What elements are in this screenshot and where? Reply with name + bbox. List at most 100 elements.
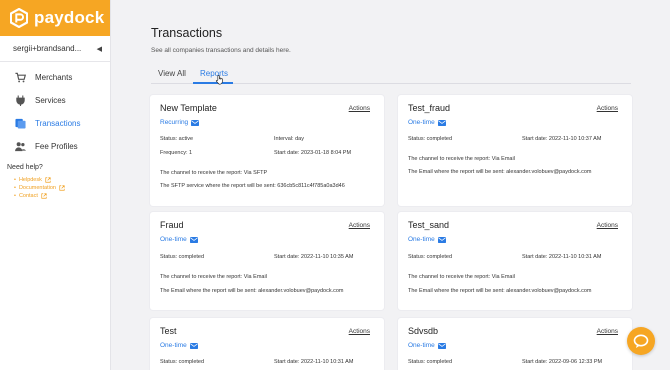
- actions-link[interactable]: Actions: [597, 222, 618, 229]
- report-type-label: One-time: [160, 342, 187, 349]
- report-title: Test: [160, 326, 177, 336]
- account-switcher[interactable]: sergii+brandsand... ◀: [0, 36, 110, 62]
- report-type: One-time: [408, 342, 446, 349]
- bullet: •: [14, 185, 16, 191]
- report-status: Status: completed: [160, 359, 205, 365]
- actions-link[interactable]: Actions: [597, 328, 618, 335]
- report-type: One-time: [160, 342, 198, 349]
- report-status: Status: completed: [160, 254, 205, 260]
- report-start-date: Start date: 2022-11-10 10:35 AM: [274, 254, 354, 260]
- report-card: Test Actions One-time Status: completed …: [150, 318, 384, 370]
- sidebar: paydock sergii+brandsand... ◀ Merchants …: [0, 0, 111, 370]
- report-type: Recurring: [160, 119, 200, 126]
- sidebar-nav: Merchants Services Transactions Fee Prof…: [0, 66, 110, 158]
- report-destination: The Email where the report will be sent:…: [408, 169, 592, 175]
- sidebar-item-merchants[interactable]: Merchants: [0, 66, 110, 89]
- report-interval: Interval: day: [274, 136, 304, 142]
- sidebar-item-services[interactable]: Services: [0, 89, 110, 112]
- report-title: Fraud: [160, 220, 184, 230]
- paydock-logo-icon: [10, 8, 28, 28]
- actions-link[interactable]: Actions: [597, 105, 618, 112]
- sidebar-item-transactions[interactable]: Transactions: [0, 112, 110, 135]
- helpdesk-link[interactable]: • Helpdesk: [14, 176, 110, 184]
- sidebar-item-label: Fee Profiles: [35, 142, 78, 151]
- report-channel: The channel to receive the report: Via E…: [160, 274, 267, 280]
- report-card: Fraud Actions One-time Status: completed…: [150, 212, 384, 310]
- report-title: Sdvsdb: [408, 326, 439, 336]
- page-subtitle: See all companies transactions and detai…: [151, 47, 291, 54]
- documentation-link[interactable]: • Documentation: [14, 184, 110, 192]
- transactions-icon: [15, 118, 26, 129]
- report-type-label: One-time: [160, 236, 187, 243]
- hand-cursor-icon: [215, 75, 223, 85]
- report-channel: The channel to receive the report: Via E…: [408, 156, 515, 162]
- sidebar-item-label: Services: [35, 96, 66, 105]
- plug-icon: [16, 95, 25, 106]
- report-type-label: One-time: [408, 236, 435, 243]
- report-status: Status: active: [160, 136, 194, 142]
- external-link-icon: [45, 177, 51, 183]
- bullet: •: [14, 177, 16, 183]
- report-type: One-time: [160, 236, 198, 243]
- main-content: Transactions See all companies transacti…: [111, 0, 670, 370]
- envelope-icon: [437, 342, 446, 349]
- sidebar-item-label: Transactions: [35, 119, 81, 128]
- help-links: • Helpdesk • Documentation • Contact: [14, 176, 110, 200]
- actions-link[interactable]: Actions: [349, 222, 370, 229]
- users-icon: [15, 142, 26, 152]
- helpdesk-label: Helpdesk: [18, 177, 42, 183]
- report-title: Test_fraud: [408, 103, 451, 113]
- contact-link[interactable]: • Contact: [14, 192, 110, 200]
- report-card: New Template Actions Recurring Status: a…: [150, 95, 384, 206]
- report-type-label: One-time: [408, 342, 435, 349]
- cart-icon: [15, 72, 26, 83]
- caret-left-icon: ◀: [96, 45, 102, 53]
- report-start-date: Start date: 2022-11-10 10:31 AM: [274, 359, 354, 365]
- report-destination: The SFTP service where the report will b…: [160, 183, 345, 189]
- page-title: Transactions: [151, 26, 223, 40]
- report-status: Status: completed: [408, 136, 453, 142]
- report-destination: The Email where the report will be sent:…: [408, 288, 592, 294]
- account-name: sergii+brandsand...: [13, 44, 82, 53]
- report-status: Status: completed: [408, 359, 453, 365]
- envelope-icon: [191, 119, 200, 126]
- external-link-icon: [41, 193, 47, 199]
- contact-label: Contact: [18, 193, 38, 199]
- report-channel: The channel to receive the report: Via E…: [408, 274, 515, 280]
- report-start-date: Start date: 2022-11-10 10:37 AM: [522, 136, 602, 142]
- active-tab-indicator: [193, 82, 233, 84]
- chat-help-button[interactable]: [627, 327, 655, 355]
- bullet: •: [14, 193, 16, 199]
- chat-bubble-icon: [633, 334, 649, 348]
- report-status: Status: completed: [408, 254, 453, 260]
- tab-view-all[interactable]: View All: [158, 69, 186, 78]
- report-channel: The channel to receive the report: Via S…: [160, 170, 268, 176]
- sidebar-item-fee-profiles[interactable]: Fee Profiles: [0, 135, 110, 158]
- external-link-icon: [59, 185, 65, 191]
- report-card: Sdvsdb Actions One-time Status: complete…: [398, 318, 632, 370]
- report-title: Test_sand: [408, 220, 450, 230]
- report-card: Test_sand Actions One-time Status: compl…: [398, 212, 632, 310]
- envelope-icon: [189, 236, 198, 243]
- report-title: New Template: [160, 103, 217, 113]
- sidebar-item-label: Merchants: [35, 73, 73, 82]
- brand-header[interactable]: paydock: [0, 0, 110, 36]
- envelope-icon: [437, 236, 446, 243]
- report-type-label: Recurring: [160, 119, 189, 126]
- report-frequency: Frequency: 1: [160, 150, 193, 156]
- report-type-label: One-time: [408, 119, 435, 126]
- report-start-date: Start date: 2022-11-10 10:31 AM: [522, 254, 602, 260]
- report-destination: The Email where the report will be sent:…: [160, 288, 344, 294]
- brand-name: paydock: [34, 8, 105, 27]
- documentation-label: Documentation: [18, 185, 56, 191]
- help-title: Need help?: [7, 164, 43, 171]
- envelope-icon: [437, 119, 446, 126]
- actions-link[interactable]: Actions: [349, 105, 370, 112]
- report-start-date: Start date: 2022-09-06 12:33 PM: [522, 359, 603, 365]
- actions-link[interactable]: Actions: [349, 328, 370, 335]
- report-card: Test_fraud Actions One-time Status: comp…: [398, 95, 632, 206]
- report-type: One-time: [408, 119, 446, 126]
- report-type: One-time: [408, 236, 446, 243]
- report-start-date: Start date: 2023-01-18 8:04 PM: [274, 150, 352, 156]
- envelope-icon: [189, 342, 198, 349]
